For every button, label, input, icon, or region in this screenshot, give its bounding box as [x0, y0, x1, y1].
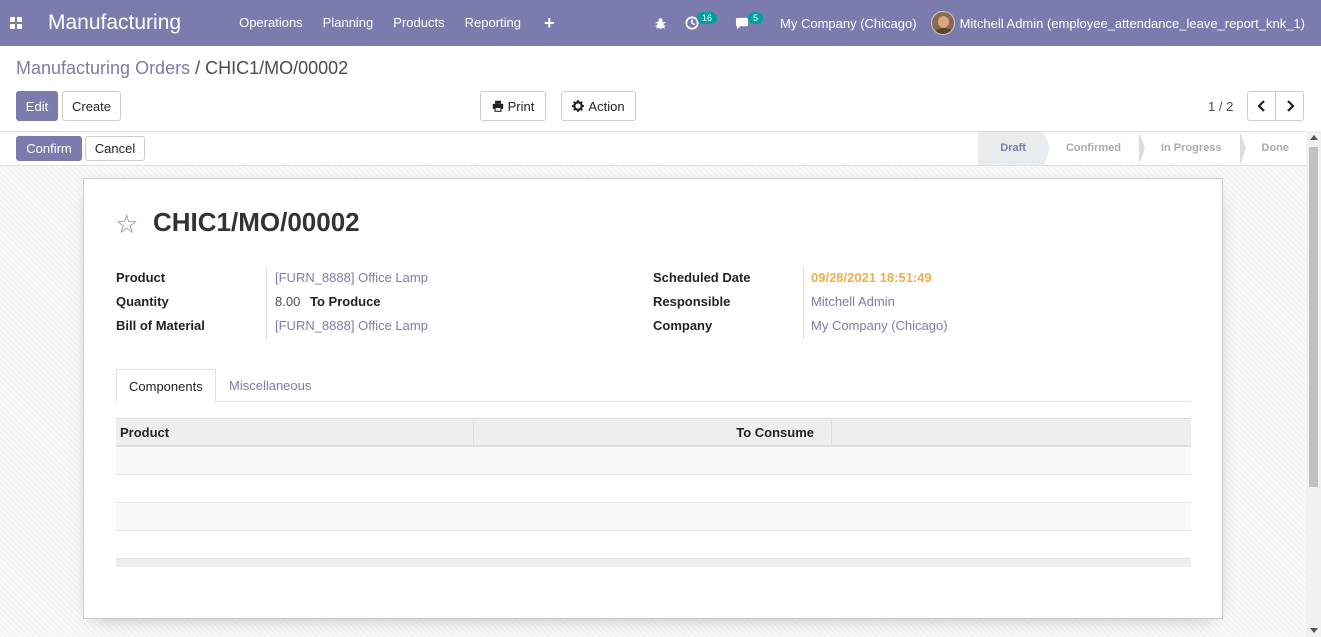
- right-group-divider: [803, 267, 804, 339]
- stage-confirmed[interactable]: Confirmed: [1044, 132, 1145, 165]
- star-icon[interactable]: ☆: [115, 209, 138, 240]
- company-label: Company: [653, 318, 713, 333]
- print-icon: [492, 100, 503, 112]
- cancel-button[interactable]: Cancel: [85, 136, 145, 161]
- product-label: Product: [116, 270, 166, 285]
- column-to-consume[interactable]: To Consume: [474, 419, 832, 445]
- create-button[interactable]: Create: [62, 91, 121, 121]
- table-row[interactable]: [116, 475, 1191, 503]
- activity-badge: 16: [696, 12, 717, 24]
- record-title: CHIC1/MO/00002: [153, 207, 360, 237]
- menu-reporting[interactable]: Reporting: [455, 0, 531, 46]
- action-button[interactable]: Action: [561, 91, 636, 121]
- breadcrumb: Manufacturing Orders / CHIC1/MO/00002: [16, 58, 348, 79]
- add-menu-icon[interactable]: +: [531, 0, 568, 46]
- vertical-scrollbar[interactable]: [1306, 131, 1321, 637]
- table-row[interactable]: [116, 503, 1191, 531]
- edit-button[interactable]: Edit: [16, 91, 58, 121]
- tab-miscellaneous[interactable]: Miscellaneous: [217, 369, 323, 402]
- bom-value[interactable]: [FURN_8888] Office Lamp: [275, 318, 428, 333]
- menu-operations[interactable]: Operations: [229, 0, 313, 46]
- pager-previous-button[interactable]: [1247, 91, 1276, 121]
- main-menu: Operations Planning Products Reporting: [229, 0, 531, 46]
- bug-icon[interactable]: [645, 0, 676, 46]
- responsible-label: Responsible: [653, 294, 731, 309]
- stage-in-progress[interactable]: In Progress: [1139, 132, 1246, 165]
- chevron-left-icon: [1256, 100, 1265, 112]
- systray: 16 5 My Company (Chicago) Mitchell Admin…: [645, 0, 1321, 46]
- to-produce-label: To Produce: [310, 294, 381, 309]
- form-sheet: ☆ CHIC1/MO/00002 Product [FURN_8888] Off…: [83, 178, 1223, 619]
- bom-label: Bill of Material: [116, 318, 205, 333]
- breadcrumb-current: CHIC1/MO/00002: [205, 58, 349, 78]
- breadcrumb-parent[interactable]: Manufacturing Orders: [16, 58, 190, 78]
- column-extra: [832, 419, 1191, 445]
- table-row[interactable]: [116, 531, 1191, 559]
- responsible-value[interactable]: Mitchell Admin: [811, 294, 895, 309]
- components-table: Product To Consume: [116, 418, 1191, 567]
- app-brand[interactable]: Manufacturing: [48, 11, 181, 35]
- table-header: Product To Consume: [116, 418, 1191, 447]
- left-group-divider: [266, 267, 267, 339]
- table-footer: [116, 559, 1191, 567]
- stage-pipeline: Draft Confirmed In Progress Done: [978, 132, 1307, 165]
- scheduled-date-value: 09/28/2021 18:51:49: [811, 270, 932, 285]
- confirm-button[interactable]: Confirm: [16, 136, 82, 161]
- scroll-up-icon[interactable]: [1310, 135, 1318, 140]
- column-product[interactable]: Product: [116, 419, 474, 445]
- user-avatar[interactable]: [930, 11, 955, 35]
- action-label: Action: [588, 98, 625, 114]
- stage-done[interactable]: Done: [1240, 132, 1308, 165]
- activity-menu[interactable]: 16: [676, 0, 726, 46]
- print-label: Print: [507, 98, 535, 114]
- company-value[interactable]: My Company (Chicago): [811, 318, 948, 333]
- stage-draft[interactable]: Draft: [978, 132, 1050, 165]
- messages-menu[interactable]: 5: [726, 0, 772, 46]
- scrollbar-thumb[interactable]: [1309, 147, 1318, 487]
- table-row[interactable]: [116, 447, 1191, 475]
- apps-grid-icon[interactable]: [0, 0, 32, 46]
- user-menu[interactable]: Mitchell Admin (employee_attendance_leav…: [960, 16, 1321, 31]
- scheduled-date-label: Scheduled Date: [653, 270, 751, 285]
- menu-planning[interactable]: Planning: [313, 0, 384, 46]
- quantity-label: Quantity: [116, 294, 169, 309]
- chevron-right-icon: [1286, 100, 1295, 112]
- scroll-down-icon[interactable]: [1310, 628, 1318, 633]
- product-value[interactable]: [FURN_8888] Office Lamp: [275, 270, 428, 285]
- quantity-value: 8.00: [275, 294, 301, 309]
- messages-badge: 5: [748, 12, 764, 24]
- pager-value[interactable]: 1 / 2: [1208, 99, 1233, 114]
- tab-components[interactable]: Components: [116, 369, 216, 402]
- top-navbar: Manufacturing Operations Planning Produc…: [0, 0, 1321, 46]
- gear-icon: [572, 100, 585, 112]
- print-button[interactable]: Print: [480, 91, 546, 121]
- company-switcher[interactable]: My Company (Chicago): [772, 16, 931, 31]
- status-bar: Confirm Cancel Draft Confirmed In Progre…: [0, 131, 1321, 166]
- menu-products[interactable]: Products: [383, 0, 454, 46]
- pager-next-button[interactable]: [1275, 91, 1304, 121]
- breadcrumb-separator: /: [195, 58, 201, 78]
